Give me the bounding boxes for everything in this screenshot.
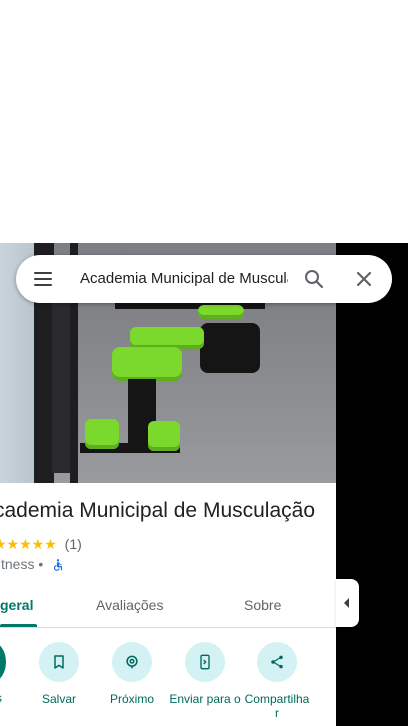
directions-button[interactable] [0, 642, 6, 682]
chevron-left-icon [344, 598, 349, 608]
menu-icon[interactable] [32, 269, 56, 289]
nearby-label: Próximo [109, 692, 154, 706]
search-input[interactable]: Academia Municipal de Musculação [80, 269, 288, 289]
active-tab-indicator [0, 624, 37, 627]
tab-bar: geral Avaliações Sobre [0, 587, 336, 628]
wheelchair-accessible-icon [51, 558, 65, 575]
collapse-panel-button[interactable] [336, 579, 359, 627]
save-button[interactable]: Salvar [23, 642, 95, 706]
directions-label: s [0, 691, 2, 705]
category-label[interactable]: fitness • [0, 556, 43, 572]
send-to-phone-label: Enviar para o [169, 692, 241, 706]
nearby-icon [112, 642, 152, 682]
share-label: Compartilha r [244, 692, 310, 720]
star-rating: ★★★★★ [0, 536, 57, 552]
place-panel: Academia Municipal de Musculação ★★★★★ (… [0, 243, 336, 726]
tab-overview[interactable]: geral [0, 597, 33, 613]
share-icon [257, 642, 297, 682]
save-label: Salvar [41, 692, 76, 706]
place-title: Academia Municipal de Musculação [0, 499, 316, 522]
category-row: fitness • [0, 556, 65, 575]
map-background [336, 243, 408, 726]
search-bar[interactable]: Academia Municipal de Musculação [16, 255, 392, 303]
share-button[interactable]: Compartilha r [241, 642, 313, 720]
close-icon[interactable] [352, 267, 376, 291]
nearby-button[interactable]: Próximo [96, 642, 168, 706]
rating-count[interactable]: (1) [65, 536, 82, 552]
send-to-phone-button[interactable]: Enviar para o [169, 642, 241, 706]
search-icon[interactable] [302, 267, 326, 291]
rating-row[interactable]: ★★★★★ (1) [0, 536, 82, 553]
tab-reviews[interactable]: Avaliações [96, 597, 163, 613]
tab-about[interactable]: Sobre [244, 597, 281, 613]
send-to-phone-icon [185, 642, 225, 682]
bookmark-icon [39, 642, 79, 682]
